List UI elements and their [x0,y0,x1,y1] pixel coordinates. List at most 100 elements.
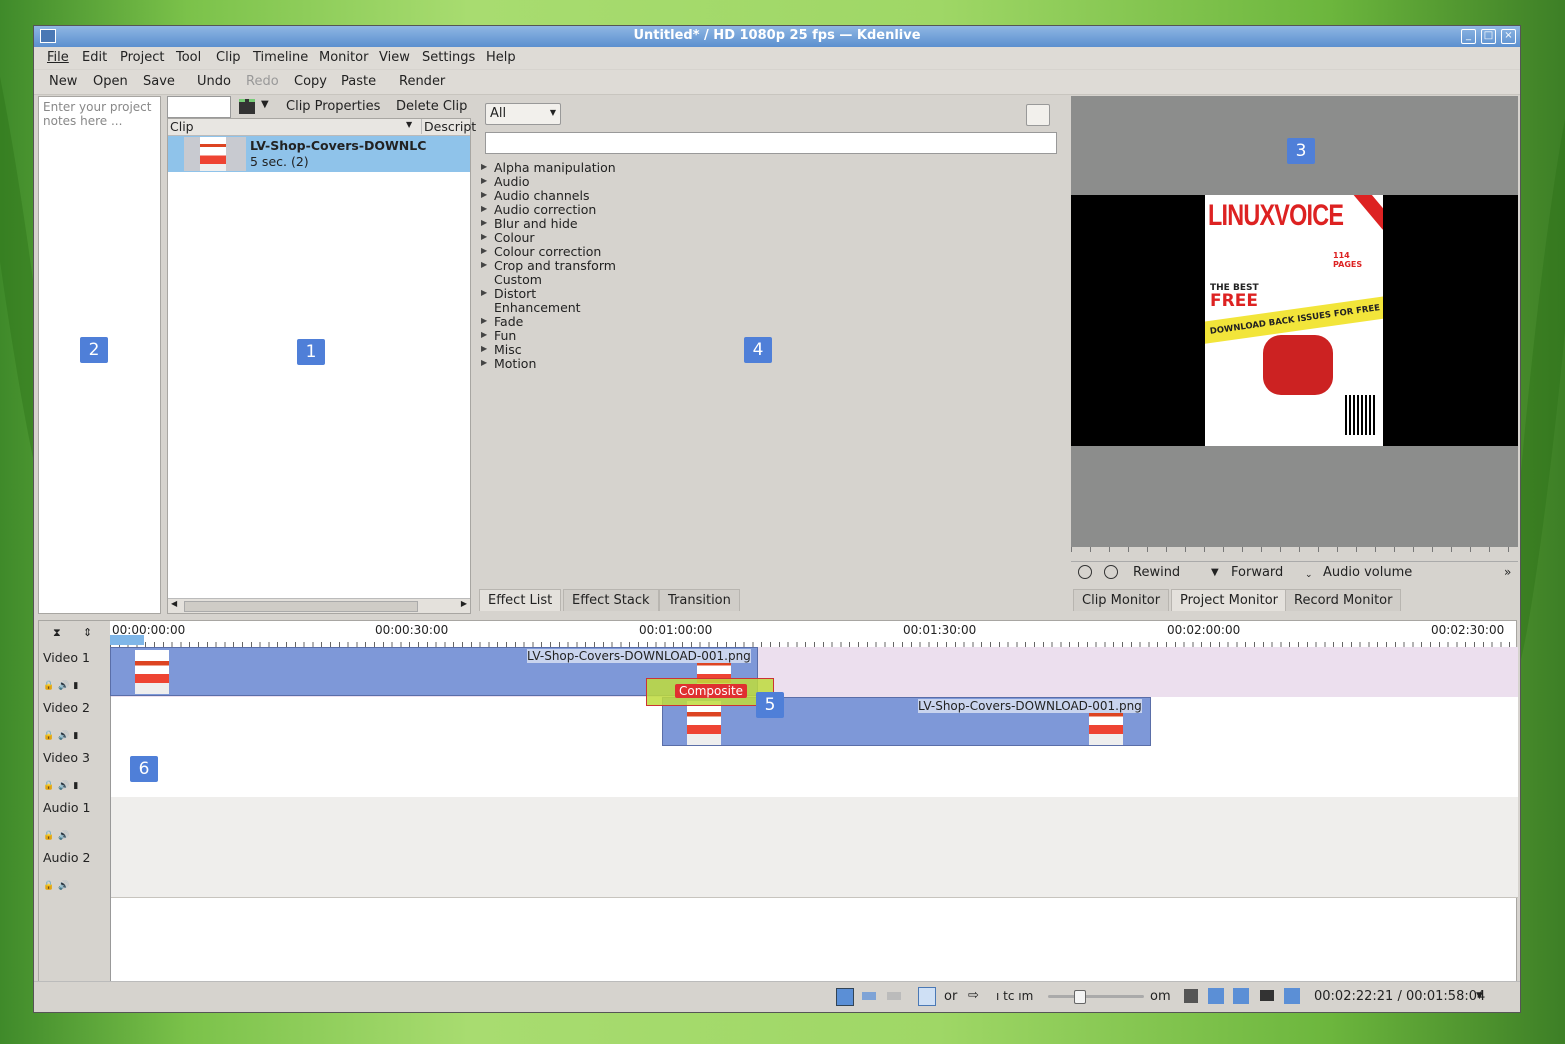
snap-icon[interactable] [1184,989,1198,1003]
category-item[interactable]: Enhancement [494,300,581,315]
expand-icon[interactable]: ▶ [481,246,487,255]
maximize-icon[interactable]: □ [1481,29,1496,44]
tab-record-monitor[interactable]: Record Monitor [1285,589,1402,611]
menu-help[interactable]: Help [486,50,516,65]
in-point-icon[interactable] [1078,565,1092,579]
track-audio-2[interactable]: Audio 2 🔒🔊 [39,847,1518,898]
category-item[interactable]: Custom [494,272,542,287]
undo-button[interactable]: Undo [197,74,231,89]
category-item[interactable]: Audio [494,174,530,189]
delete-clip-button[interactable]: Delete Clip [396,99,467,114]
tab-transition[interactable]: Transition [659,589,740,611]
category-item[interactable]: Misc [494,342,522,357]
zone-marker[interactable] [110,635,144,645]
tab-effect-stack[interactable]: Effect Stack [563,589,659,611]
category-item[interactable]: Audio correction [494,202,596,217]
effect-info-button[interactable] [1026,104,1050,126]
expand-icon[interactable]: ▶ [481,358,487,367]
save-button[interactable]: Save [143,74,175,89]
expand-icon[interactable]: ▶ [481,176,487,185]
monitor-overlay-icon[interactable] [1260,990,1274,1001]
chevron-down-icon[interactable]: ▼ [1476,991,1483,1001]
effect-filter-select[interactable]: All ▼ [485,103,561,125]
menu-project[interactable]: Project [120,50,164,65]
track-lock-mute-icons[interactable]: 🔒🔊▮ [43,731,82,741]
scroll-thumb[interactable] [184,601,418,612]
track-audio-1[interactable]: Audio 1 🔒🔊 [39,797,1518,848]
expand-icon[interactable]: ▶ [481,316,487,325]
expand-icon[interactable]: ▶ [481,288,487,297]
rewind-button[interactable]: Rewind [1133,565,1180,580]
redo-button[interactable]: Redo [246,74,279,89]
track-video-1[interactable]: Video 1 🔒🔊▮ LV-Shop-Covers-DOWNLOAD-001.p… [39,647,1518,698]
bin-clip-item[interactable]: LV-Shop-Covers-DOWNLC 5 sec. (2) [168,136,470,172]
add-clip-icon[interactable] [239,99,255,114]
expand-icon[interactable]: ▶ [481,162,487,171]
render-button[interactable]: Render [399,74,445,89]
composite-transition[interactable]: Composite [646,678,774,706]
expand-icon[interactable]: ▶ [481,260,487,269]
expand-icon[interactable]: ▶ [481,330,487,339]
fit-zoom-icon[interactable] [1284,988,1300,1004]
menu-clip[interactable]: Clip [216,50,241,65]
monitor-ruler[interactable] [1071,547,1518,562]
title-bar[interactable]: Untitled* / HD 1080p 25 fps — Kdenlive _… [34,26,1520,47]
show-markers-icon[interactable] [1208,988,1224,1004]
scroll-right-icon[interactable]: ▶ [461,599,467,608]
timecode-display[interactable]: 00:02:22:21 / 00:01:58:04 [1314,989,1485,1004]
menu-file[interactable]: File [47,50,69,65]
volume-dropdown-icon[interactable]: ⌄ [1305,570,1313,580]
expand-icon[interactable]: ▶ [481,218,487,227]
track-lock-mute-icons[interactable]: 🔒🔊▮ [43,781,82,791]
expand-icon[interactable]: ▶ [481,190,487,199]
menu-view[interactable]: View [379,50,410,65]
expand-tracks-icon[interactable]: ⇕ [83,626,92,639]
category-item[interactable]: Motion [494,356,536,371]
clip-properties-button[interactable]: Clip Properties [286,99,380,114]
category-item[interactable]: Blur and hide [494,216,578,231]
menu-timeline[interactable]: Timeline [253,50,308,65]
close-icon[interactable]: × [1501,29,1516,44]
collapse-tracks-icon[interactable]: ⧗ [53,626,61,640]
open-button[interactable]: Open [93,74,128,89]
tab-effect-list[interactable]: Effect List [479,589,562,611]
category-item[interactable]: Fun [494,328,516,343]
expand-icon[interactable]: ▶ [481,344,487,353]
split-audio-icon[interactable] [836,988,854,1006]
tab-project-monitor[interactable]: Project Monitor [1171,589,1288,611]
expand-icon[interactable]: ▶ [481,204,487,213]
audio-volume-button[interactable]: Audio volume [1323,565,1412,580]
tab-clip-monitor[interactable]: Clip Monitor [1073,589,1170,611]
category-item[interactable]: Colour [494,230,535,245]
effect-search-input[interactable] [485,132,1057,154]
category-item[interactable]: Colour correction [494,244,601,259]
copy-button[interactable]: Copy [294,74,327,89]
category-item[interactable]: Distort [494,286,536,301]
bin-search-input[interactable] [167,96,231,118]
track-lock-mute-icons[interactable]: 🔒🔊▮ [43,681,82,691]
show-audio-icon[interactable] [1233,988,1249,1004]
zoom-slider-handle[interactable] [1073,990,1086,1004]
col-desc-header[interactable]: Descript [421,119,476,134]
sort-icon[interactable]: ▼ [406,120,412,129]
category-item[interactable]: Crop and transform [494,258,616,273]
razor-tool-icon[interactable]: ⇨ [968,988,979,1003]
menu-monitor[interactable]: Monitor [319,50,368,65]
menu-edit[interactable]: Edit [82,50,107,65]
chevron-down-icon[interactable]: ▼ [261,99,269,110]
track-lock-mute-icons[interactable]: 🔒🔊 [43,881,73,891]
waveform-icon[interactable] [887,992,901,1000]
select-tool-icon[interactable] [918,987,936,1006]
category-item[interactable]: Audio channels [494,188,589,203]
forward-button[interactable]: Forward [1231,565,1283,580]
menu-settings[interactable]: Settings [422,50,475,65]
track-video-3[interactable]: Video 3 🔒🔊▮ [39,747,1518,798]
menu-tool[interactable]: Tool [176,50,201,65]
more-icon[interactable]: » [1504,565,1511,579]
notes-placeholder[interactable]: Enter your project notes here ... [43,100,158,128]
paste-button[interactable]: Paste [341,74,376,89]
scroll-left-icon[interactable]: ◀ [171,599,177,608]
col-clip-header[interactable]: Clip [170,119,194,134]
expand-icon[interactable]: ▶ [481,232,487,241]
category-item[interactable]: Fade [494,314,523,329]
